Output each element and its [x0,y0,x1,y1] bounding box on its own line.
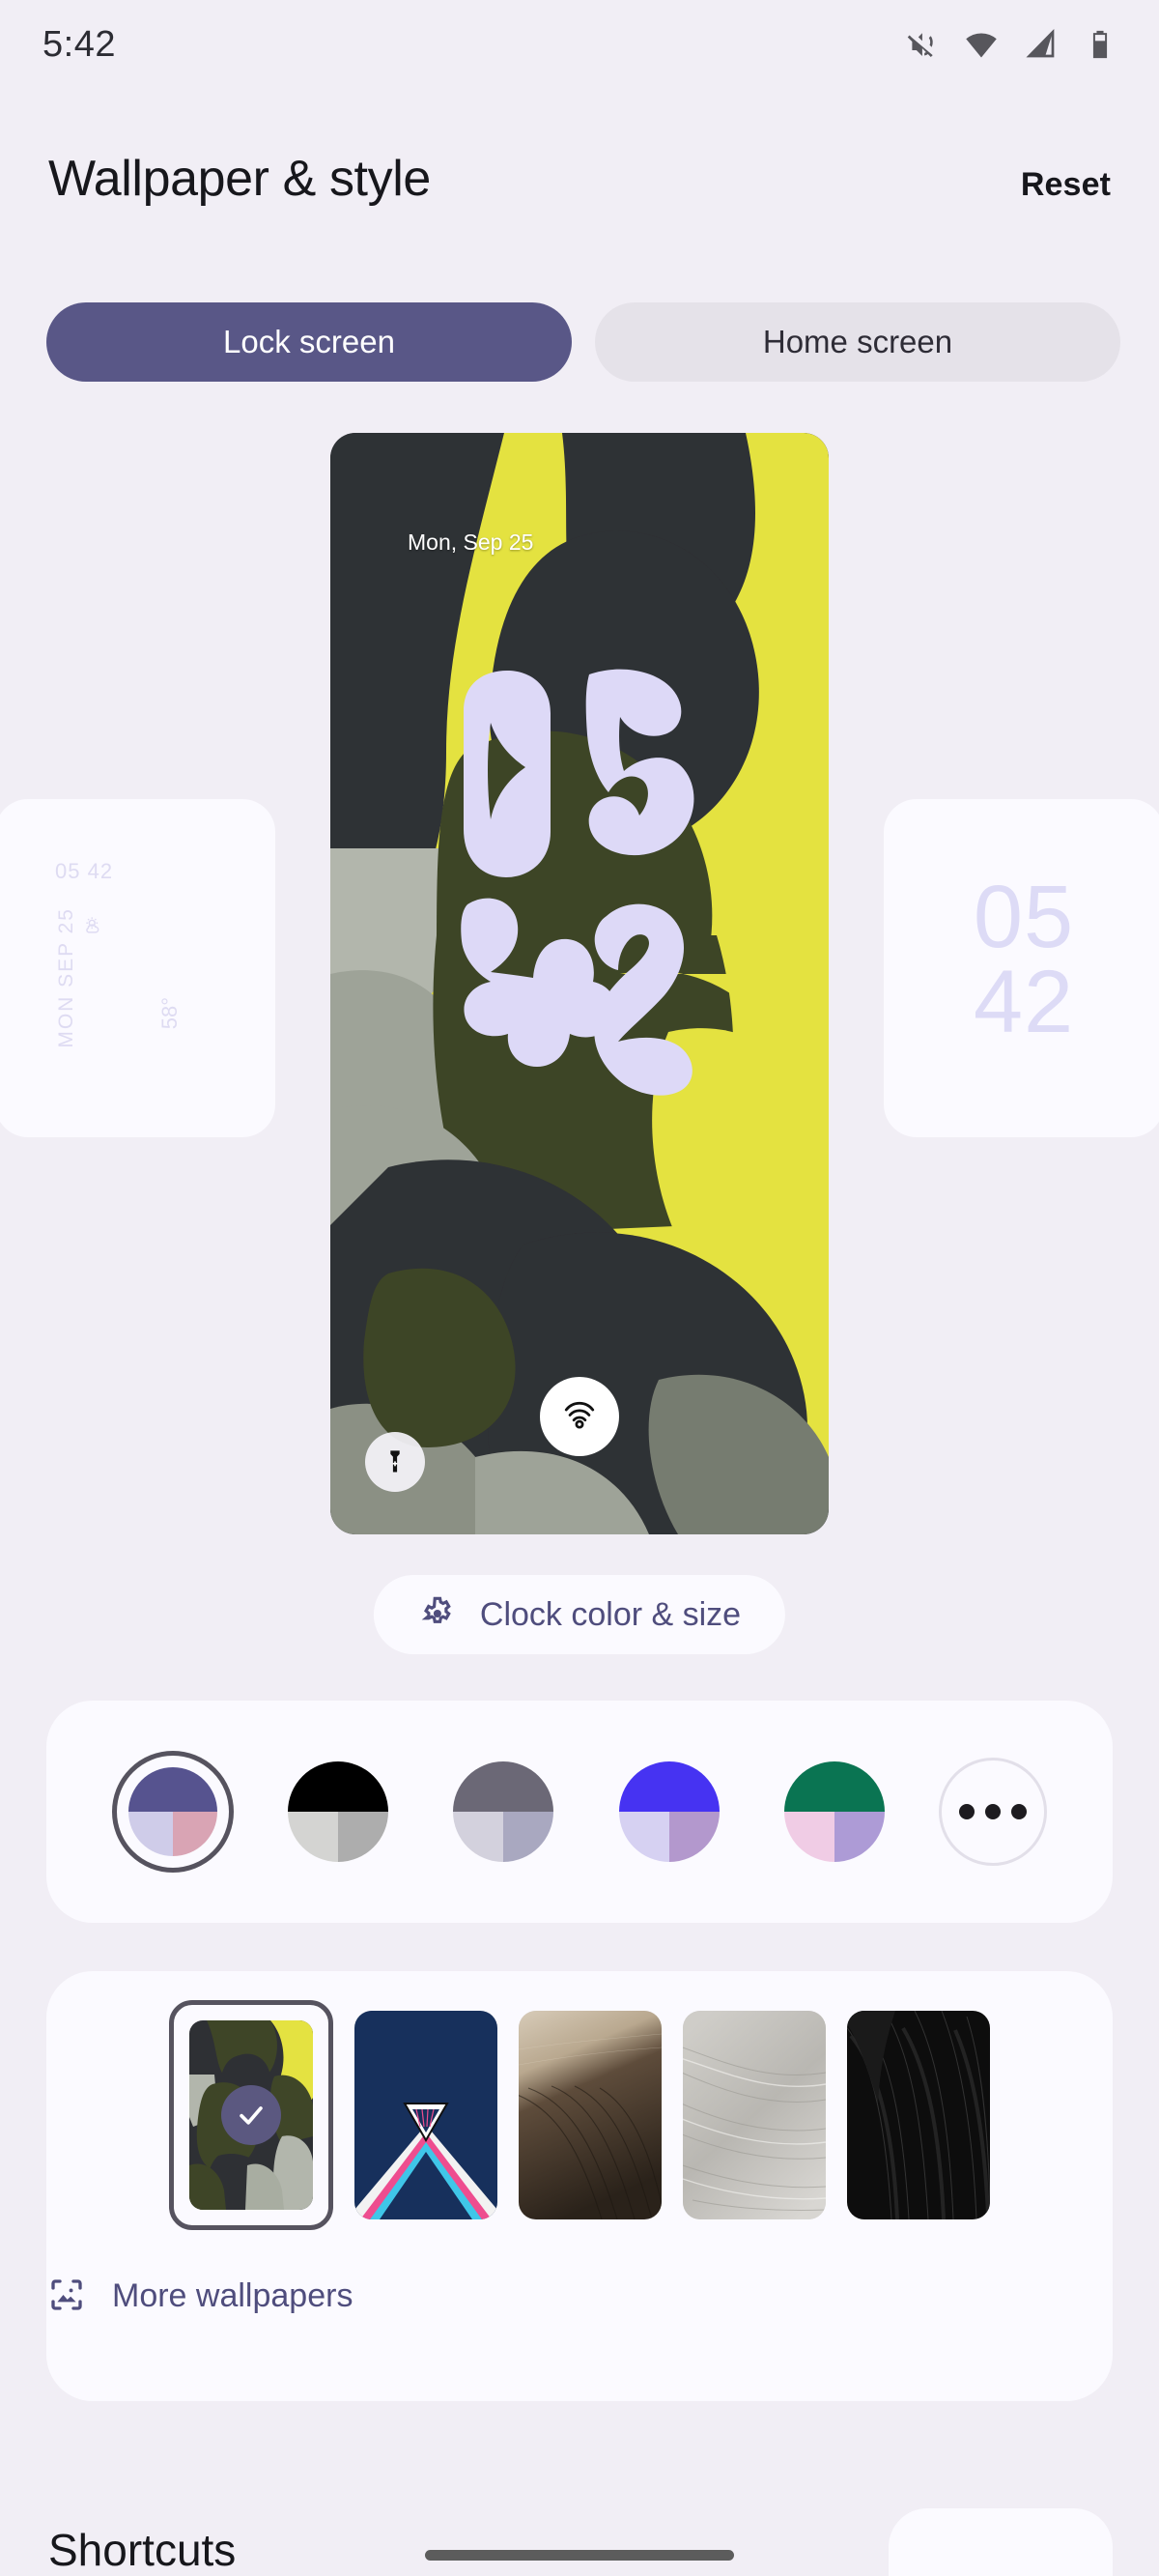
thumbnail-artwork [683,2011,826,2219]
color-swatch-green[interactable] [774,1751,895,1873]
swatch-top-color [288,1761,389,1812]
lock-screen-preview[interactable]: Mon, Sep 25 [330,433,829,1534]
swatch-bottom-left-color [128,1812,173,1856]
swatch-top-color [128,1767,217,1812]
reset-button[interactable]: Reset [1021,166,1111,204]
wallpaper-thumbnail [354,2011,497,2219]
wallpaper-gray-feather[interactable] [683,2011,826,2219]
swatch-bottom-right-color [668,1812,720,1862]
color-swatch-black[interactable] [277,1751,399,1873]
swatch-colors [618,1761,720,1862]
thumbnail-artwork [354,2011,497,2219]
swatch-top-color [783,1761,885,1812]
page-title: Wallpaper & style [48,151,431,207]
battery-icon [1084,28,1117,61]
swatch-bottom-right-color [338,1812,389,1862]
status-bar-clock: 5:42 [42,23,116,65]
tab-lock-screen[interactable]: Lock screen [46,302,572,382]
swatch-colors [288,1761,389,1862]
color-swatch-gray[interactable] [442,1751,564,1873]
shortcuts-preview-card[interactable] [889,2508,1113,2576]
status-bar-icons [904,27,1117,62]
flashlight-icon[interactable] [365,1432,425,1492]
gear-icon [418,1594,457,1636]
preview-prev-clock: 05 42 [55,859,114,883]
wallpaper-thumbnail-row [46,1971,1113,2230]
more-colors-icon[interactable] [938,1758,1047,1866]
dot [984,1804,1001,1819]
wallpaper-thumbnail [847,2011,990,2219]
page-header: Wallpaper & style Reset [0,150,1159,208]
swatch-bottom-left-color [618,1812,669,1862]
wallpaper-black-feather[interactable] [847,2011,990,2219]
dot [958,1804,975,1819]
wallpaper-thumbnail [189,2020,313,2210]
vibrate-off-icon [904,27,939,62]
preview-prev-temperature: 58° [157,997,182,1030]
swatch-bottom-left-color [453,1812,504,1862]
swatch-colors [453,1761,554,1862]
preview-next-clock-minutes: 42 [973,953,1075,1052]
color-swatch-purple[interactable] [112,1751,234,1873]
check-icon [221,2085,281,2145]
carousel-card-next[interactable]: 05 42 [884,799,1159,1137]
clock-color-size-button[interactable]: Clock color & size [373,1575,786,1654]
wallpaper-style-screen: 5:42 Wallpaper & style Reset Lock screen… [0,0,1159,2576]
preview-next-clock-hours: 05 [973,868,1075,966]
wallpaper-navy-prism[interactable] [354,2011,497,2219]
preview-next-clock: 05 42 [884,868,1159,1052]
swatch-top-color [453,1761,554,1812]
swatch-top-color [618,1761,720,1812]
color-swatch-row [46,1701,1113,1923]
preview-date: Mon, Sep 25 [408,530,534,555]
thumbnail-artwork [519,2011,662,2219]
fingerprint-icon[interactable] [540,1377,619,1456]
dot [1010,1804,1027,1819]
more-wallpapers-button[interactable]: More wallpapers [46,2275,353,2318]
preview-prev-date: MON SEP 25 [55,907,77,1048]
swatch-bottom-right-color [503,1812,554,1862]
tab-home-screen[interactable]: Home screen [595,302,1120,382]
cellular-signal-icon [1024,27,1059,62]
wifi-icon [964,27,999,62]
navigation-gesture-bar[interactable] [425,2550,734,2561]
thumbnail-artwork [847,2011,990,2219]
wallpaper-thumbnail [519,2011,662,2219]
preview-carousel[interactable]: 05 42 MON SEP 25 58° 05 42 Mon, Sep 25 [0,433,1159,1534]
swatch-bottom-left-color [288,1812,339,1862]
wallpaper-abstract-olive[interactable] [169,2000,333,2230]
clock-color-size-label: Clock color & size [479,1595,742,1633]
carousel-card-previous[interactable]: 05 42 MON SEP 25 58° [0,799,275,1137]
wallpaper-thumbnail [683,2011,826,2219]
color-swatch-card [46,1701,1113,1923]
swatch-bottom-left-color [783,1812,834,1862]
swatch-colors [783,1761,885,1862]
status-bar: 5:42 [0,0,1159,89]
preview-clock-glyphs [461,669,694,1096]
screen-type-tabs: Lock screen Home screen [46,302,1120,382]
swatch-bottom-right-color [834,1812,885,1862]
partly-sunny-icon [84,915,105,941]
color-swatch-blue[interactable] [608,1751,730,1873]
wallpaper-brown-feather[interactable] [519,2011,662,2219]
shortcuts-section-title: Shortcuts [48,2525,237,2575]
wallpaper-card: More wallpapers [46,1971,1113,2401]
more-wallpapers-label: More wallpapers [112,2277,353,2314]
image-icon [46,2275,87,2318]
preview-clock [330,663,829,1098]
swatch-bottom-right-color [173,1812,217,1856]
swatch-colors [128,1767,217,1856]
